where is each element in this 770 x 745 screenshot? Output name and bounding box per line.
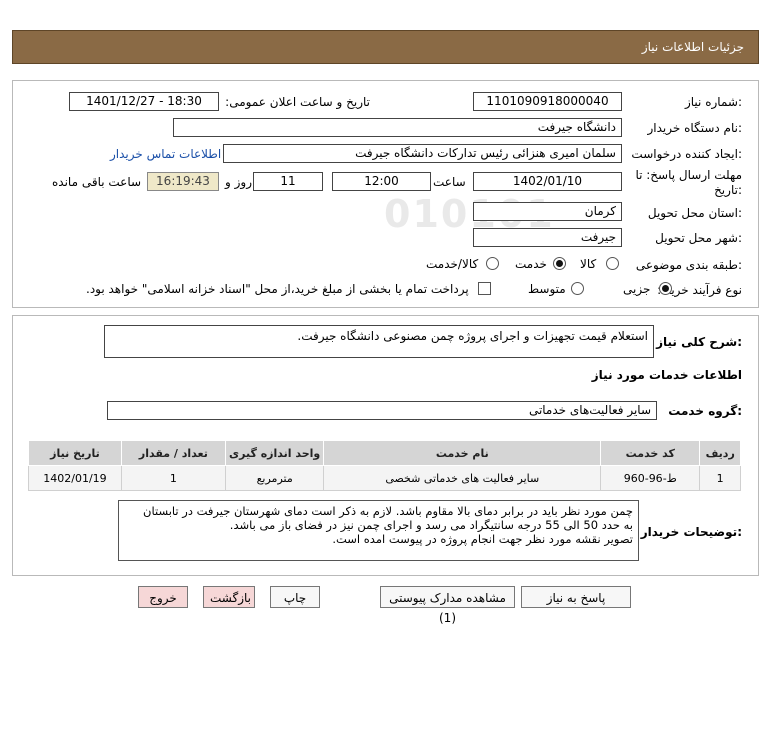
buyer-label: نام دستگاه خریدار: [647,121,743,135]
category-option-goods: کالا [580,257,597,271]
view-attachments-button[interactable]: مشاهده مدارک پیوستی (1) [380,586,515,625]
col-service-code: کد خدمت [600,440,701,466]
buyer-field: دانشگاه جیرفت [173,118,622,137]
category-label: طبقه بندی موضوعی: [635,258,742,272]
buyer-notes-line-3: تصویر نقشه مورد نظر جهت انجام پروژه در پ… [332,532,633,546]
province-label: استان محل تحویل: [647,206,742,220]
services-table: ردیف کد خدمت نام خدمت واحد اندازه گیری ت… [28,440,741,491]
col-unit: واحد اندازه گیری [224,440,325,466]
details-panel [12,80,759,308]
col-row-number: ردیف [699,440,741,466]
buyer-notes-line-2: به حدد 50 الی 55 درجه سانتیگراد می رسد و… [229,518,633,532]
table-row: 1 ط-96-960 سایر فعالیت های خدماتی شخصی م… [28,465,741,491]
city-field: جیرفت [473,228,622,247]
remaining-time-label: ساعت باقی مانده [52,175,142,189]
remaining-days-field: 11 [253,172,323,191]
need-number-label: شماره نیاز: [684,95,742,109]
col-service-name: نام خدمت [323,440,602,466]
services-heading: اطلاعات خدمات مورد نیاز [591,368,742,382]
need-summary-field: استعلام قیمت تجهیزات و اجرای پروژه چمن م… [104,325,654,358]
col-quantity: تعداد / مقدار [120,440,226,466]
category-radio-service[interactable] [553,257,566,270]
creator-label: ایجاد کننده درخواست: [631,147,742,161]
buyer-notes-line-1: چمن مورد نظر باید در برابر دمای بالا مقا… [143,504,633,518]
purchase-radio-minor[interactable] [659,282,672,295]
cell-need-date: 1402/01/19 [28,465,122,491]
buyer-notes-field: چمن مورد نظر باید در برابر دمای بالا مقا… [118,500,639,561]
deadline-time-field: 12:00 [332,172,431,191]
category-radio-goods-service[interactable] [486,257,499,270]
category-option-goods-service: کالا/خدمت [426,257,479,271]
need-summary-label: شرح کلی نیاز: [656,335,742,349]
days-label: روز و [225,175,252,189]
remaining-time-field: 16:19:43 [147,172,219,191]
purchase-option-medium: متوسط [528,282,566,296]
services-table-header: ردیف کد خدمت نام خدمت واحد اندازه گیری ت… [28,440,741,466]
category-option-service: خدمت [515,257,547,271]
contact-info-link[interactable]: اطلاعات تماس خریدار [110,147,221,161]
province-field: کرمان [473,202,622,221]
cell-row-number: 1 [699,465,741,491]
page-header: جزئیات اطلاعات نیاز [12,30,759,64]
page-title: جزئیات اطلاعات نیاز [641,40,744,54]
category-radio-goods[interactable] [606,257,619,270]
print-button[interactable]: چاپ [270,586,320,608]
service-group-field: سایر فعالیت‌های خدماتی [107,401,657,420]
announce-date-field: 1401/12/27 - 18:30 [69,92,219,111]
purchase-radio-medium[interactable] [571,282,584,295]
cell-service-code: ط-96-960 [600,465,701,491]
treasury-payment-note: پرداخت تمام یا بخشی از مبلغ خرید،از محل … [86,282,469,296]
need-number-field: 1101090918000040 [473,92,622,111]
creator-field: سلمان امیری هنزائی رئیس تدارکات دانشگاه … [223,144,622,163]
deadline-time-label: ساعت [433,175,466,189]
service-group-label: گروه خدمت: [668,404,742,418]
cell-service-name: سایر فعالیت های خدماتی شخصی [323,465,602,491]
cell-unit: مترمربع [224,465,325,491]
deadline-label-date: تاریخ: [714,183,742,197]
announce-date-label: تاریخ و ساعت اعلان عمومی: [225,95,370,109]
deadline-label: مهلت ارسال پاسخ: تا [635,168,742,182]
col-need-date: تاریخ نیاز [28,440,122,466]
back-button[interactable]: بازگشت [203,586,255,608]
reply-button[interactable]: پاسخ به نیاز [521,586,631,608]
purchase-option-minor: جزیی [623,282,651,296]
buyer-notes-label: توضیحات خریدار: [640,525,742,539]
city-label: شهر محل تحویل: [655,231,742,245]
deadline-date-field: 1402/01/10 [473,172,622,191]
treasury-payment-checkbox[interactable] [478,282,491,295]
cell-quantity: 1 [120,465,226,491]
exit-button[interactable]: خروج [138,586,188,608]
